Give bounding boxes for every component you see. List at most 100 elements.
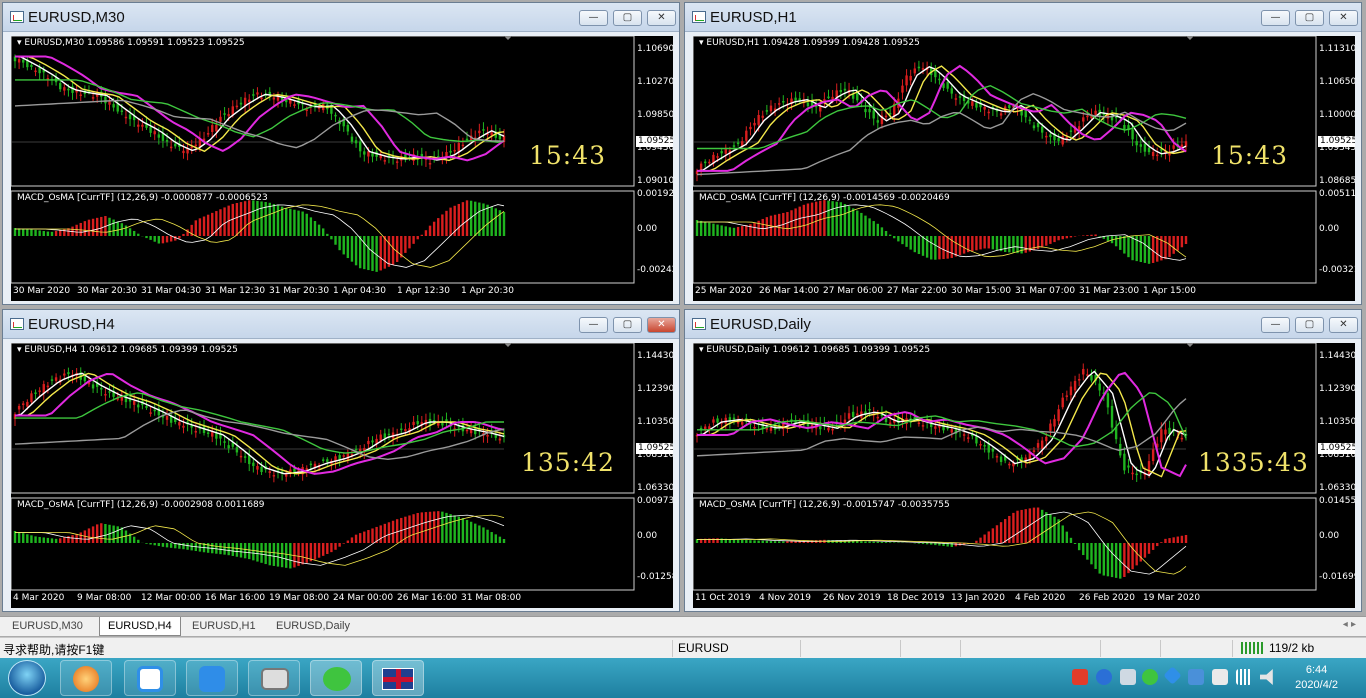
taskbar-camera[interactable] bbox=[248, 660, 300, 696]
shield-tray-icon[interactable] bbox=[1188, 669, 1204, 685]
macd-histogram-bar bbox=[437, 218, 440, 236]
signal-tray-icon[interactable] bbox=[1236, 669, 1252, 685]
taskbar-netdisk[interactable] bbox=[124, 660, 176, 696]
candle-body bbox=[132, 401, 136, 405]
wechat-tray-icon[interactable] bbox=[1142, 669, 1158, 685]
macd-histogram-bar bbox=[819, 200, 822, 236]
maximize-button[interactable]: ▢ bbox=[1295, 317, 1324, 333]
taskbar-wechat[interactable] bbox=[310, 660, 362, 696]
close-button[interactable]: ✕ bbox=[1329, 317, 1358, 333]
volume-icon[interactable] bbox=[1260, 669, 1273, 685]
maximize-button[interactable]: ▢ bbox=[613, 317, 642, 333]
system-clock[interactable]: 6:44 2020/4/2 bbox=[1295, 663, 1338, 693]
macd-histogram-bar bbox=[371, 528, 374, 543]
help-tray-icon[interactable] bbox=[1096, 669, 1112, 685]
time-axis-label: 12 Mar 00:00 bbox=[141, 593, 202, 603]
macd-histogram-bar bbox=[34, 229, 37, 236]
ma-yellow-line bbox=[15, 55, 505, 162]
close-button[interactable]: ✕ bbox=[647, 10, 676, 26]
macd-histogram-bar bbox=[1168, 538, 1171, 543]
candle-body bbox=[206, 133, 210, 135]
minimize-button[interactable]: — bbox=[579, 317, 608, 333]
macd-histogram-bar bbox=[794, 208, 797, 236]
taskbar-browser[interactable] bbox=[60, 660, 112, 696]
tab-scroll-arrows[interactable]: ◂ ▸ bbox=[1343, 619, 1356, 630]
macd-histogram-bar bbox=[391, 236, 395, 266]
macd-histogram-bar bbox=[712, 223, 715, 236]
tab-eurusd-daily[interactable]: EURUSD,Daily bbox=[268, 617, 358, 636]
macd-histogram-bar bbox=[408, 236, 411, 249]
tab-eurusd-h4[interactable]: EURUSD,H4 bbox=[99, 617, 181, 636]
status-symbol: EURUSD bbox=[678, 641, 729, 655]
chart-area[interactable]: ▾ EURUSD,M30 1.09586 1.09591 1.09523 1.0… bbox=[11, 36, 673, 301]
macd-histogram-bar bbox=[391, 520, 395, 543]
window-titlebar[interactable]: EURUSD,H1 — ▢ ✕ bbox=[685, 3, 1361, 32]
candle-body bbox=[461, 144, 465, 147]
tab-eurusd-m30[interactable]: EURUSD,M30 bbox=[4, 617, 91, 636]
macd-histogram-bar bbox=[317, 543, 321, 558]
candle-body bbox=[999, 456, 1003, 462]
start-orb-icon[interactable] bbox=[8, 660, 46, 696]
close-button[interactable]: ✕ bbox=[647, 317, 676, 333]
chart-window-daily[interactable]: EURUSD,Daily — ▢ ✕ ▾ EURUSD,Daily 1.0961… bbox=[684, 309, 1362, 612]
macd-histogram-bar bbox=[186, 229, 189, 236]
macd-histogram-bar bbox=[461, 518, 465, 543]
window-titlebar[interactable]: EURUSD,H4 — ▢ ✕ bbox=[3, 310, 679, 339]
candle-body bbox=[83, 376, 87, 382]
chart-area[interactable]: ▾ EURUSD,H1 1.09428 1.09599 1.09428 1.09… bbox=[693, 36, 1355, 301]
security-tray-icon[interactable] bbox=[1212, 669, 1228, 685]
chart-window-h4[interactable]: EURUSD,H4 — ▢ ✕ ▾ EURUSD,H4 1.09612 1.09… bbox=[2, 309, 680, 612]
macd-histogram-bar bbox=[457, 203, 460, 236]
chart-window-h1[interactable]: EURUSD,H1 — ▢ ✕ ▾ EURUSD,H1 1.09428 1.09… bbox=[684, 2, 1362, 305]
macd-histogram-bar bbox=[1102, 543, 1106, 576]
candle-body bbox=[1123, 453, 1126, 471]
macd-histogram-bar bbox=[428, 511, 432, 543]
taskbar-pen[interactable] bbox=[186, 660, 238, 696]
ohlc-label: EURUSD,Daily 1.09612 1.09685 1.09399 1.0… bbox=[706, 345, 931, 355]
macd-histogram-bar bbox=[50, 538, 54, 543]
macd-histogram-bar bbox=[1069, 537, 1073, 543]
macd-histogram-bar bbox=[1110, 543, 1114, 578]
candle-body bbox=[1127, 465, 1130, 468]
macd-histogram-bar bbox=[182, 543, 185, 550]
minimize-button[interactable]: — bbox=[1261, 10, 1290, 26]
window-titlebar[interactable]: EURUSD,Daily — ▢ ✕ bbox=[685, 310, 1361, 339]
macd-histogram-bar bbox=[354, 236, 358, 266]
candle-body bbox=[91, 97, 95, 99]
macd-histogram-bar bbox=[897, 236, 900, 242]
candle-body bbox=[1139, 144, 1142, 147]
minimize-button[interactable]: — bbox=[1261, 317, 1290, 333]
network-share-icon[interactable] bbox=[1120, 669, 1136, 685]
candle-body bbox=[165, 140, 169, 142]
taskbar-mt4[interactable] bbox=[372, 660, 424, 696]
window-titlebar[interactable]: EURUSD,M30 — ▢ ✕ bbox=[3, 3, 679, 32]
maximize-button[interactable]: ▢ bbox=[1295, 10, 1324, 26]
chart-area[interactable]: ▾ EURUSD,H4 1.09612 1.09685 1.09399 1.09… bbox=[11, 343, 673, 608]
time-axis-label: 31 Mar 12:30 bbox=[205, 286, 266, 296]
candle-body bbox=[453, 149, 456, 152]
close-button[interactable]: ✕ bbox=[1329, 10, 1358, 26]
candle-body bbox=[478, 130, 481, 134]
macd-histogram-bar bbox=[474, 523, 477, 543]
candle-body bbox=[971, 101, 974, 106]
time-axis-label: 27 Mar 22:00 bbox=[887, 286, 948, 296]
minimize-button[interactable]: — bbox=[579, 10, 608, 26]
macd-histogram-bar bbox=[330, 543, 333, 553]
pen-tray-icon[interactable] bbox=[1163, 666, 1182, 685]
macd-histogram-bar bbox=[843, 204, 847, 236]
candle-body bbox=[46, 385, 50, 388]
macd-histogram-bar bbox=[404, 236, 407, 253]
macd-histogram-bar bbox=[412, 236, 415, 244]
macd-histogram-bar bbox=[765, 217, 769, 236]
tab-eurusd-h1[interactable]: EURUSD,H1 bbox=[184, 617, 264, 636]
maximize-button[interactable]: ▢ bbox=[613, 10, 642, 26]
macd-histogram-bar bbox=[716, 224, 719, 236]
macd-histogram-bar bbox=[486, 204, 489, 236]
sogou-input-icon[interactable] bbox=[1072, 669, 1088, 685]
candle-body bbox=[22, 403, 25, 405]
chart-area[interactable]: ▾ EURUSD,Daily 1.09612 1.09685 1.09399 1… bbox=[693, 343, 1355, 608]
candle-body bbox=[913, 68, 916, 74]
macd-histogram-bar bbox=[888, 542, 892, 543]
chart-window-m30[interactable]: EURUSD,M30 — ▢ ✕ ▾ EURUSD,M30 1.09586 1.… bbox=[2, 2, 680, 305]
candle-body bbox=[1040, 440, 1044, 449]
